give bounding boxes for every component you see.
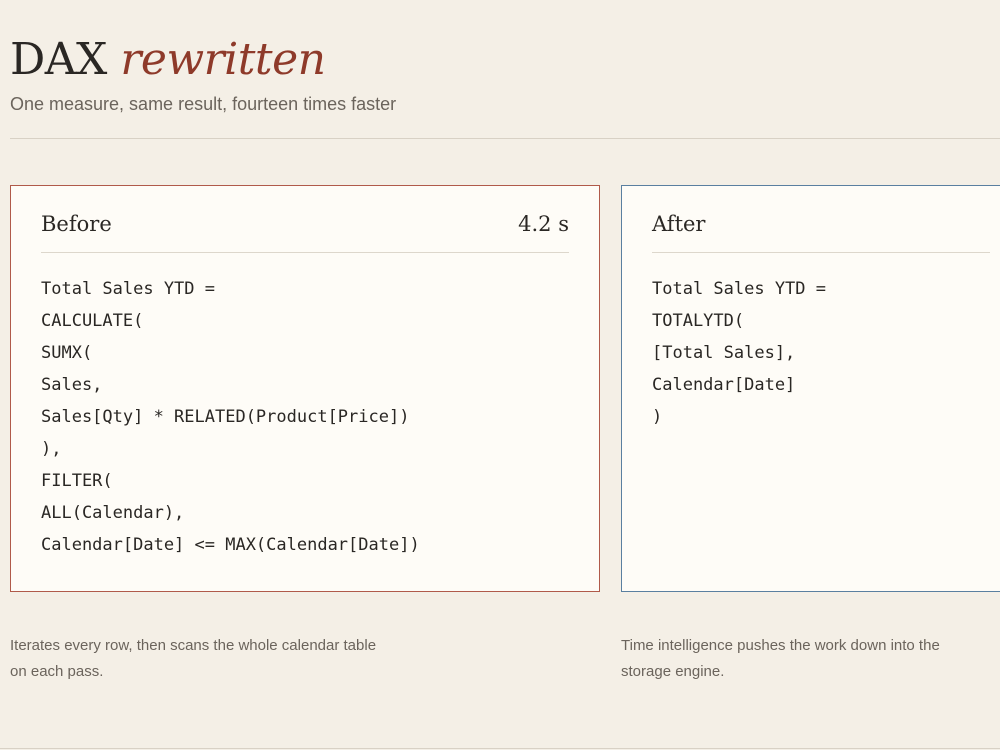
code-line: Calendar[Date] [652, 375, 796, 395]
before-panel: Before 4.2 s Total Sales YTD = CALCULATE… [10, 185, 600, 592]
after-label: After [652, 212, 706, 236]
before-panel-divider [41, 252, 569, 253]
code-line: TOTALYTD( [652, 311, 745, 331]
code-line: Sales[Qty] * RELATED(Product[Price]) [41, 407, 410, 427]
footer-divider [0, 748, 1000, 749]
before-label: Before [41, 212, 112, 236]
code-line: ALL(Calendar), [41, 503, 185, 523]
code-line: Sales, [41, 375, 103, 395]
code-line: Total Sales YTD = [652, 279, 826, 299]
page-title: DAX rewritten [10, 34, 1000, 86]
after-panel-divider [652, 252, 990, 253]
before-time: 4.2 s [518, 212, 569, 236]
code-line: CALCULATE( [41, 311, 144, 331]
code-line: SUMX( [41, 343, 93, 363]
after-note: Time intelligence pushes the work down i… [621, 637, 940, 680]
page-title-plain: DAX [10, 34, 121, 85]
code-line: ) [652, 407, 663, 427]
page-header: DAX rewritten One measure, same result, … [10, 34, 1000, 115]
after-panel-header: After [652, 208, 990, 240]
before-note: Iterates every row, then scans the whole… [10, 637, 377, 680]
code-line: [Total Sales], [652, 343, 796, 363]
page-subtitle: One measure, same result, fourteen times… [10, 94, 397, 114]
after-code-block: Total Sales YTD = TOTALYTD( [Total Sales… [652, 273, 1000, 433]
before-code-block: Total Sales YTD = CALCULATE( SUMX( Sales… [41, 273, 579, 561]
before-panel-header: Before 4.2 s [41, 208, 569, 240]
code-line: FILTER( [41, 471, 113, 491]
header-divider [10, 138, 1000, 139]
page-title-accent: rewritten [120, 34, 326, 85]
code-line: ), [41, 439, 62, 459]
after-panel: After Total Sales YTD = TOTALYTD( [Total… [621, 185, 1000, 592]
code-line: Total Sales YTD = [41, 279, 215, 299]
code-line: Calendar[Date] <= MAX(Calendar[Date]) [41, 535, 420, 555]
